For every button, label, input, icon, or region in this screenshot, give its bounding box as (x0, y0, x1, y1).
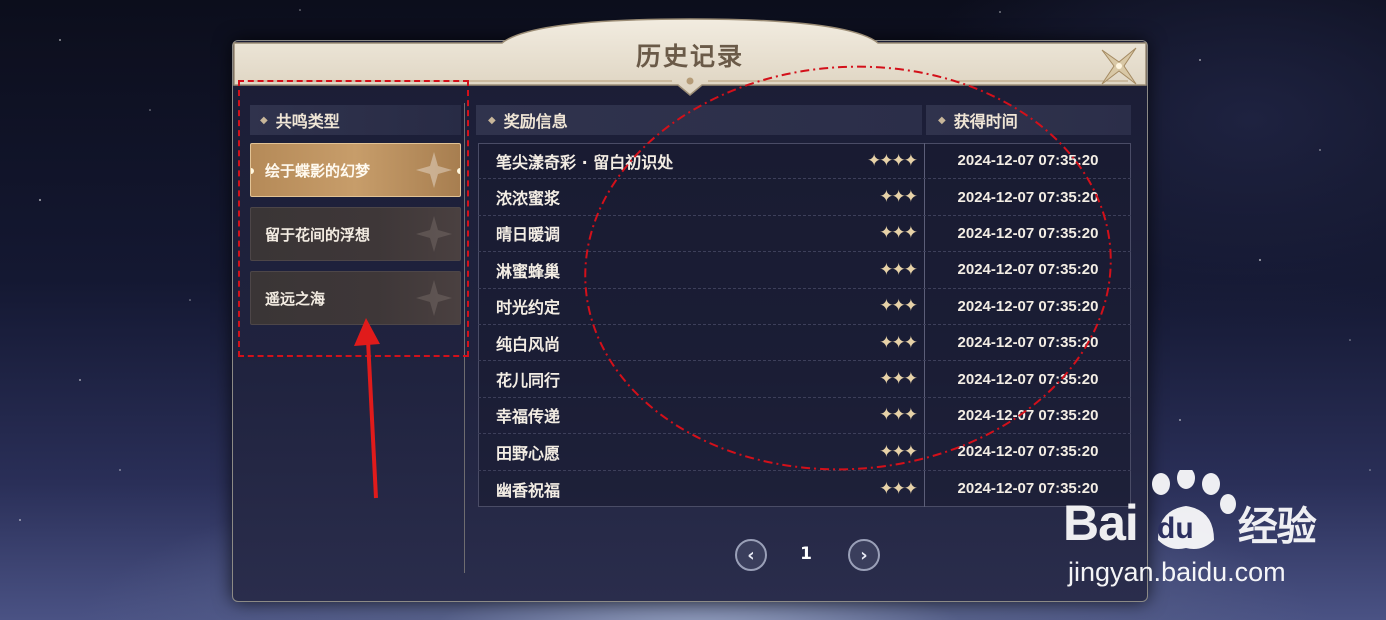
star-rating: ✦✦✦✦ (867, 150, 918, 171)
dialog-header: 历史记录 (232, 17, 1148, 96)
obtain-time: 2024-12-07 07:35:20 (957, 261, 1099, 279)
reward-info-header-label: 奖励信息 (503, 112, 568, 131)
table-row: 纯白风尚 ✦✦✦ 2024-12-07 07:35:20 (478, 325, 1131, 362)
page-number: 1 (800, 544, 812, 564)
obtain-time-header: ◆ 获得时间 (926, 105, 1131, 135)
table-row: 时光约定 ✦✦✦ 2024-12-07 07:35:20 (478, 289, 1131, 325)
star-rating: ✦✦✦ (879, 187, 918, 208)
dialog-title: 历史记录 (635, 42, 744, 71)
reward-name: 幸福传递 (496, 407, 561, 427)
table-row: 晴日暖调 ✦✦✦ 2024-12-07 07:35:20 (478, 216, 1131, 253)
table-row: 笔尖漾奇彩 · 留白初识处 ✦✦✦✦ 2024-12-07 07:35:20 (478, 143, 1131, 180)
star-rating: ✦✦✦ (879, 332, 918, 353)
obtain-time: 2024-12-07 07:35:20 (957, 370, 1099, 388)
annotation-dashed-rectangle (238, 80, 469, 357)
prev-page-button[interactable]: ‹ (735, 539, 767, 571)
obtain-time: 2024-12-07 07:35:20 (957, 152, 1099, 170)
obtain-time: 2024-12-07 07:35:20 (957, 297, 1099, 315)
obtain-time: 2024-12-07 07:35:20 (957, 443, 1099, 461)
reward-info-header: ◆ 奖励信息 (476, 105, 922, 135)
table-row: 幸福传递 ✦✦✦ 2024-12-07 07:35:20 (478, 398, 1131, 435)
reward-name: 田野心愿 (496, 443, 561, 463)
obtain-time-header-label: 获得时间 (953, 112, 1018, 131)
star-rating: ✦✦✦ (879, 441, 918, 462)
next-page-button[interactable]: › (848, 539, 880, 571)
obtain-time: 2024-12-07 07:35:20 (957, 188, 1099, 206)
obtain-time: 2024-12-07 07:35:20 (957, 406, 1099, 424)
chevron-right-icon: › (860, 544, 868, 566)
chevron-left-icon: ‹ (747, 544, 755, 566)
watermark-brand-cn: 经验 (1237, 505, 1317, 549)
star-rating: ✦✦✦ (879, 296, 918, 317)
watermark-url: jingyan.baidu.com (1068, 557, 1286, 587)
star-rating: ✦✦✦ (879, 369, 918, 390)
star-rating: ✦✦✦ (879, 478, 918, 499)
table-row: 花儿同行 ✦✦✦ 2024-12-07 07:35:20 (478, 361, 1131, 398)
obtain-time: 2024-12-07 07:35:20 (957, 334, 1099, 352)
table-row: 浓浓蜜浆 ✦✦✦ 2024-12-07 07:35:20 (478, 179, 1131, 216)
table-row: 淋蜜蜂巢 ✦✦✦ 2024-12-07 07:35:20 (478, 252, 1131, 289)
watermark-du: du (1157, 512, 1194, 545)
reward-name: 晴日暖调 (496, 225, 561, 245)
close-icon (1101, 47, 1137, 85)
diamond-icon: ◆ (488, 114, 496, 126)
reward-name: 幽香祝福 (496, 480, 561, 500)
star-rating: ✦✦✦ (879, 223, 918, 244)
reward-name: 笔尖漾奇彩 · 留白初识处 (496, 152, 674, 172)
star-rating: ✦✦✦ (879, 405, 918, 426)
reward-name: 纯白风尚 (496, 334, 561, 354)
obtain-time: 2024-12-07 07:35:20 (957, 224, 1099, 242)
star-rating: ✦✦✦ (879, 259, 918, 280)
table-row: 幽香祝福 ✦✦✦ 2024-12-07 07:35:20 (478, 471, 1131, 507)
reward-name: 花儿同行 (496, 371, 561, 391)
reward-name: 浓浓蜜浆 (496, 189, 561, 209)
watermark-brand-latin: Bai (1063, 495, 1139, 551)
reward-name: 时光约定 (496, 298, 561, 318)
close-button[interactable] (1096, 44, 1142, 88)
reward-name: 淋蜜蜂巢 (496, 261, 561, 281)
diamond-icon: ◆ (938, 114, 946, 126)
table-row: 田野心愿 ✦✦✦ 2024-12-07 07:35:20 (478, 434, 1131, 471)
